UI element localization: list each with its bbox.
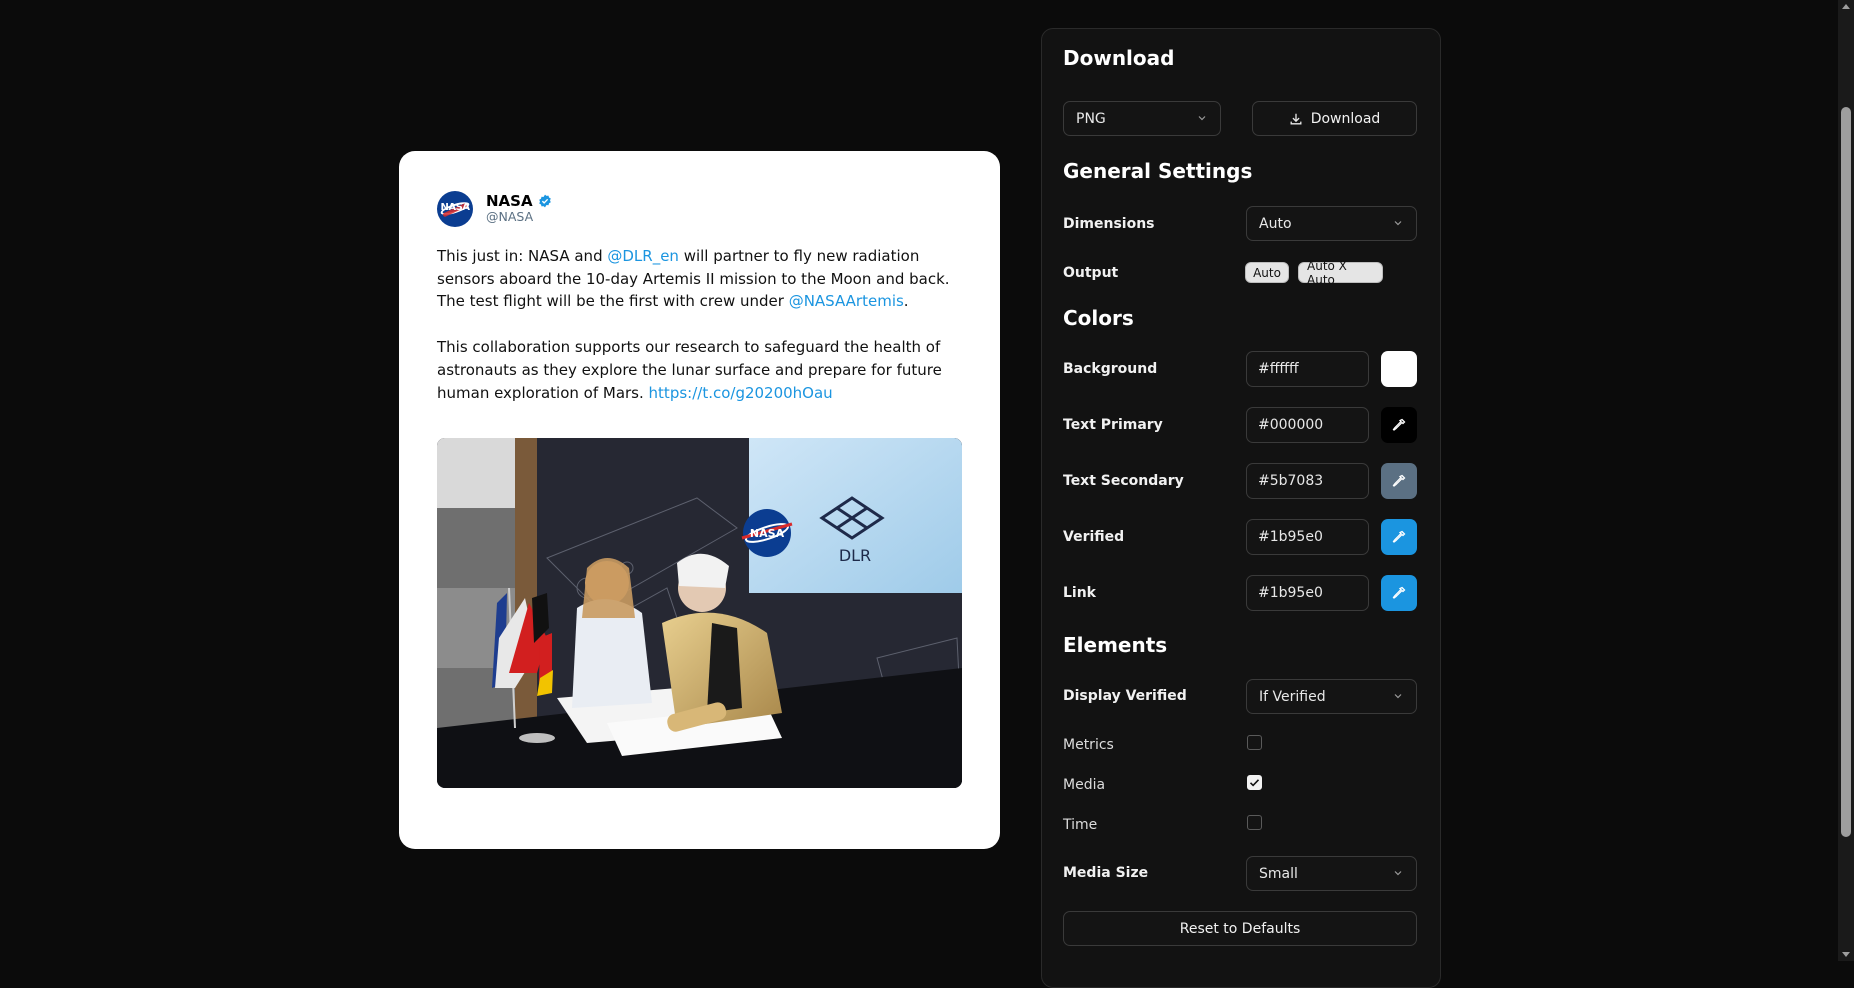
scroll-up-icon[interactable] xyxy=(1842,4,1850,9)
general-settings-heading: General Settings xyxy=(1063,159,1253,183)
author-handle: @NASA xyxy=(486,209,534,224)
scrollbar-thumb[interactable] xyxy=(1841,107,1851,837)
media-label: Media xyxy=(1063,777,1106,793)
text-secondary-input[interactable]: #5b7083 xyxy=(1246,463,1369,499)
author-name: NASA xyxy=(486,192,533,210)
svg-text:DLR: DLR xyxy=(839,546,871,565)
verified-color-input[interactable]: #1b95e0 xyxy=(1246,519,1369,555)
text-primary-label: Text Primary xyxy=(1063,417,1163,433)
avatar: NASA xyxy=(437,191,473,227)
mention-link[interactable]: @DLR_en xyxy=(607,247,679,265)
metrics-label: Metrics xyxy=(1063,737,1114,753)
chevron-down-icon xyxy=(1394,871,1402,876)
background-color-swatch[interactable] xyxy=(1381,351,1417,387)
settings-panel: Download PNG Download General Settings D… xyxy=(1041,28,1441,988)
media-size-label: Media Size xyxy=(1063,865,1149,881)
format-select[interactable]: PNG xyxy=(1063,101,1221,136)
display-verified-select[interactable]: If Verified xyxy=(1246,679,1417,714)
eyedropper-icon xyxy=(1392,418,1406,431)
time-label: Time xyxy=(1063,817,1098,833)
download-heading: Download xyxy=(1063,46,1175,70)
verified-badge-icon xyxy=(538,194,551,208)
tweet-card: NASA NASA @NASA This just in: NASA and @… xyxy=(399,151,1000,849)
metrics-checkbox[interactable] xyxy=(1247,735,1262,750)
text-primary-input[interactable]: #000000 xyxy=(1246,407,1369,443)
text-primary-swatch[interactable] xyxy=(1381,407,1417,443)
background-color-label: Background xyxy=(1063,361,1158,377)
download-button[interactable]: Download xyxy=(1252,101,1417,136)
dimensions-select-value: Auto xyxy=(1259,215,1292,232)
eyedropper-icon xyxy=(1392,530,1406,543)
download-icon xyxy=(1290,113,1302,124)
text-secondary-swatch[interactable] xyxy=(1381,463,1417,499)
chevron-down-icon xyxy=(1394,694,1402,699)
text-secondary-label: Text Secondary xyxy=(1063,473,1184,489)
display-verified-value: If Verified xyxy=(1259,688,1326,705)
media-size-value: Small xyxy=(1259,865,1298,882)
output-label: Output xyxy=(1063,265,1119,281)
dimensions-label: Dimensions xyxy=(1063,216,1155,232)
chevron-down-icon xyxy=(1394,221,1402,226)
eyedropper-icon xyxy=(1392,474,1406,487)
tweet-text: This just in: NASA and @DLR_en will part… xyxy=(437,247,950,402)
background-color-input[interactable]: #ffffff xyxy=(1246,351,1369,387)
chevron-down-icon xyxy=(1198,116,1206,121)
reset-button-label: Reset to Defaults xyxy=(1179,920,1301,937)
dimensions-select[interactable]: Auto xyxy=(1246,206,1417,241)
link-color-label: Link xyxy=(1063,585,1096,601)
svg-text:NASA: NASA xyxy=(750,527,785,540)
mention-link[interactable]: @NASAArtemis xyxy=(789,292,904,310)
tweet-media-image: NASA DLR xyxy=(437,438,962,789)
download-button-label: Download xyxy=(1310,110,1381,127)
reset-to-defaults-button[interactable]: Reset to Defaults xyxy=(1063,911,1417,946)
url-link[interactable]: https://t.co/g20200hOau xyxy=(649,384,833,402)
link-color-swatch[interactable] xyxy=(1381,575,1417,611)
link-color-input[interactable]: #1b95e0 xyxy=(1246,575,1369,611)
page-scrollbar[interactable] xyxy=(1838,0,1854,961)
output-badge-dimensions: Auto X Auto xyxy=(1298,259,1383,287)
media-size-select[interactable]: Small xyxy=(1246,856,1417,891)
verified-color-label: Verified xyxy=(1063,529,1125,545)
checkmark-icon xyxy=(1249,779,1260,787)
display-verified-label: Display Verified xyxy=(1063,688,1187,704)
output-badge-auto: Auto xyxy=(1245,262,1289,283)
media-checkbox[interactable] xyxy=(1247,775,1262,790)
format-select-value: PNG xyxy=(1076,110,1106,127)
verified-color-swatch[interactable] xyxy=(1381,519,1417,555)
tweet-author: NASA NASA @NASA xyxy=(437,191,962,227)
time-checkbox[interactable] xyxy=(1247,815,1262,830)
eyedropper-icon xyxy=(1392,586,1406,599)
colors-heading: Colors xyxy=(1063,306,1134,330)
elements-heading: Elements xyxy=(1063,633,1168,657)
scroll-down-icon[interactable] xyxy=(1842,952,1850,957)
